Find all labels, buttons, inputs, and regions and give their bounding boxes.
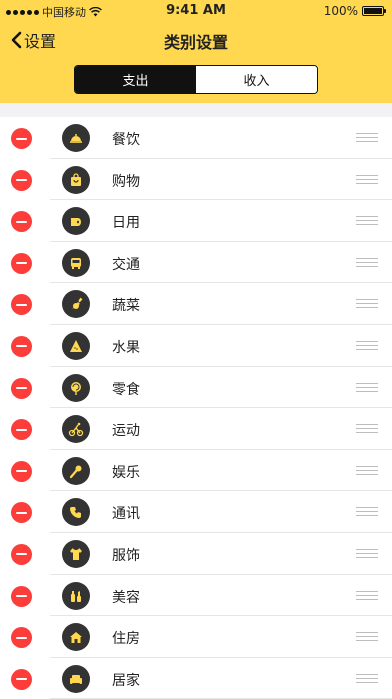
delete-button[interactable]: [11, 419, 32, 441]
category-icon-badge: [62, 124, 90, 152]
reorder-handle[interactable]: [356, 590, 378, 601]
tissue-roll-icon: [71, 218, 81, 227]
category-row: 居家: [0, 658, 392, 699]
category-label: 运动: [112, 423, 140, 440]
reorder-handle[interactable]: [356, 340, 378, 351]
delete-button[interactable]: [11, 169, 32, 191]
category-label: 服饰: [112, 547, 140, 564]
category-icon-badge: [62, 415, 90, 444]
category-icon-badge: [62, 165, 90, 194]
category-icon-badge: [62, 539, 90, 568]
delete-button[interactable]: [11, 335, 32, 357]
tshirt-icon: [70, 547, 82, 560]
tab-expense[interactable]: 支出: [75, 66, 196, 93]
delete-button[interactable]: [11, 252, 32, 274]
cyclist-icon: [68, 422, 84, 437]
reorder-handle[interactable]: [356, 257, 378, 268]
category-label: 交通: [112, 256, 140, 273]
reorder-handle[interactable]: [356, 507, 378, 517]
category-label: 餐饮: [112, 132, 140, 148]
nav-bar: 设置 类别设置: [0, 24, 392, 58]
category-icon-badge: [62, 664, 90, 693]
category-label: 购物: [112, 173, 140, 190]
vegetable-icon: [72, 298, 83, 310]
category-icon-badge: [62, 207, 90, 236]
lollipop-icon: [71, 381, 81, 395]
reorder-handle[interactable]: [356, 673, 378, 684]
category-label: 娱乐: [112, 464, 140, 481]
category-label: 居家: [112, 672, 140, 689]
category-icon-badge: [62, 331, 90, 360]
category-icon-badge: [62, 456, 90, 485]
reorder-handle[interactable]: [356, 465, 378, 476]
shopping-bag-icon: [71, 172, 81, 186]
category-label: 零食: [112, 381, 140, 398]
category-row: 蔬菜: [0, 283, 392, 325]
reorder-handle[interactable]: [356, 299, 378, 309]
house-icon: [70, 632, 82, 644]
category-row: 零食: [0, 367, 392, 409]
category-label: 水果: [112, 339, 140, 356]
category-icon-badge: [62, 581, 90, 610]
reorder-handle[interactable]: [356, 382, 378, 393]
watermelon-slice-icon: [70, 339, 82, 352]
category-icon-badge: [62, 290, 90, 319]
category-icon-badge: [62, 248, 90, 277]
category-list: 餐饮购物日用交通蔬菜水果零食运动娱乐通讯服饰美容住房居家: [0, 117, 392, 699]
category-label: 住房: [112, 631, 140, 648]
delete-button[interactable]: [11, 211, 32, 233]
reorder-handle[interactable]: [356, 632, 378, 642]
category-row: 交通: [0, 242, 392, 284]
microphone-icon: [69, 465, 82, 478]
battery-icon: [362, 6, 386, 16]
delete-button[interactable]: [11, 668, 32, 690]
delete-button[interactable]: [11, 294, 32, 316]
sofa-icon: [70, 674, 82, 684]
delete-button[interactable]: [11, 627, 32, 649]
category-row: 水果: [0, 325, 392, 367]
category-row: 餐饮: [0, 117, 392, 159]
status-right: 100%: [323, 4, 386, 18]
reorder-handle[interactable]: [356, 216, 378, 226]
delete-button[interactable]: [11, 128, 32, 149]
delete-button[interactable]: [11, 460, 32, 482]
category-label: 日用: [112, 215, 140, 232]
category-row: 服饰: [0, 533, 392, 575]
tab-income[interactable]: 收入: [196, 66, 317, 93]
category-row: 美容: [0, 575, 392, 617]
page-title: 类别设置: [163, 33, 228, 52]
bus-icon: [71, 257, 81, 269]
category-label: 通讯: [112, 506, 140, 523]
category-icon-badge: [62, 373, 90, 402]
segmented-control: 支出 收入: [74, 65, 318, 94]
delete-button[interactable]: [11, 502, 32, 524]
delete-button[interactable]: [11, 543, 32, 565]
battery-percent: 100%: [323, 4, 358, 18]
status-bar: 中国移动 9:41 AM 100%: [0, 0, 392, 22]
phone-icon: [70, 507, 81, 519]
reorder-handle[interactable]: [356, 174, 378, 185]
section-gap: [0, 103, 392, 117]
dining-cloche-icon: [70, 134, 82, 143]
category-row: 住房: [0, 616, 392, 658]
category-row: 通讯: [0, 491, 392, 533]
category-icon-badge: [62, 623, 90, 652]
category-row: 娱乐: [0, 450, 392, 492]
header: 中国移动 9:41 AM 100% 设置 类别设置 支出 收入: [0, 0, 392, 103]
cosmetics-icon: [71, 590, 81, 602]
category-label: 美容: [112, 589, 140, 606]
category-icon-badge: [62, 498, 90, 527]
category-label: 蔬菜: [112, 298, 140, 315]
category-row: 日用: [0, 200, 392, 242]
reorder-handle[interactable]: [356, 133, 378, 143]
delete-button[interactable]: [11, 585, 32, 607]
reorder-handle[interactable]: [356, 424, 378, 434]
delete-button[interactable]: [11, 377, 32, 399]
reorder-handle[interactable]: [356, 548, 378, 559]
category-row: 购物: [0, 159, 392, 201]
category-row: 运动: [0, 408, 392, 450]
